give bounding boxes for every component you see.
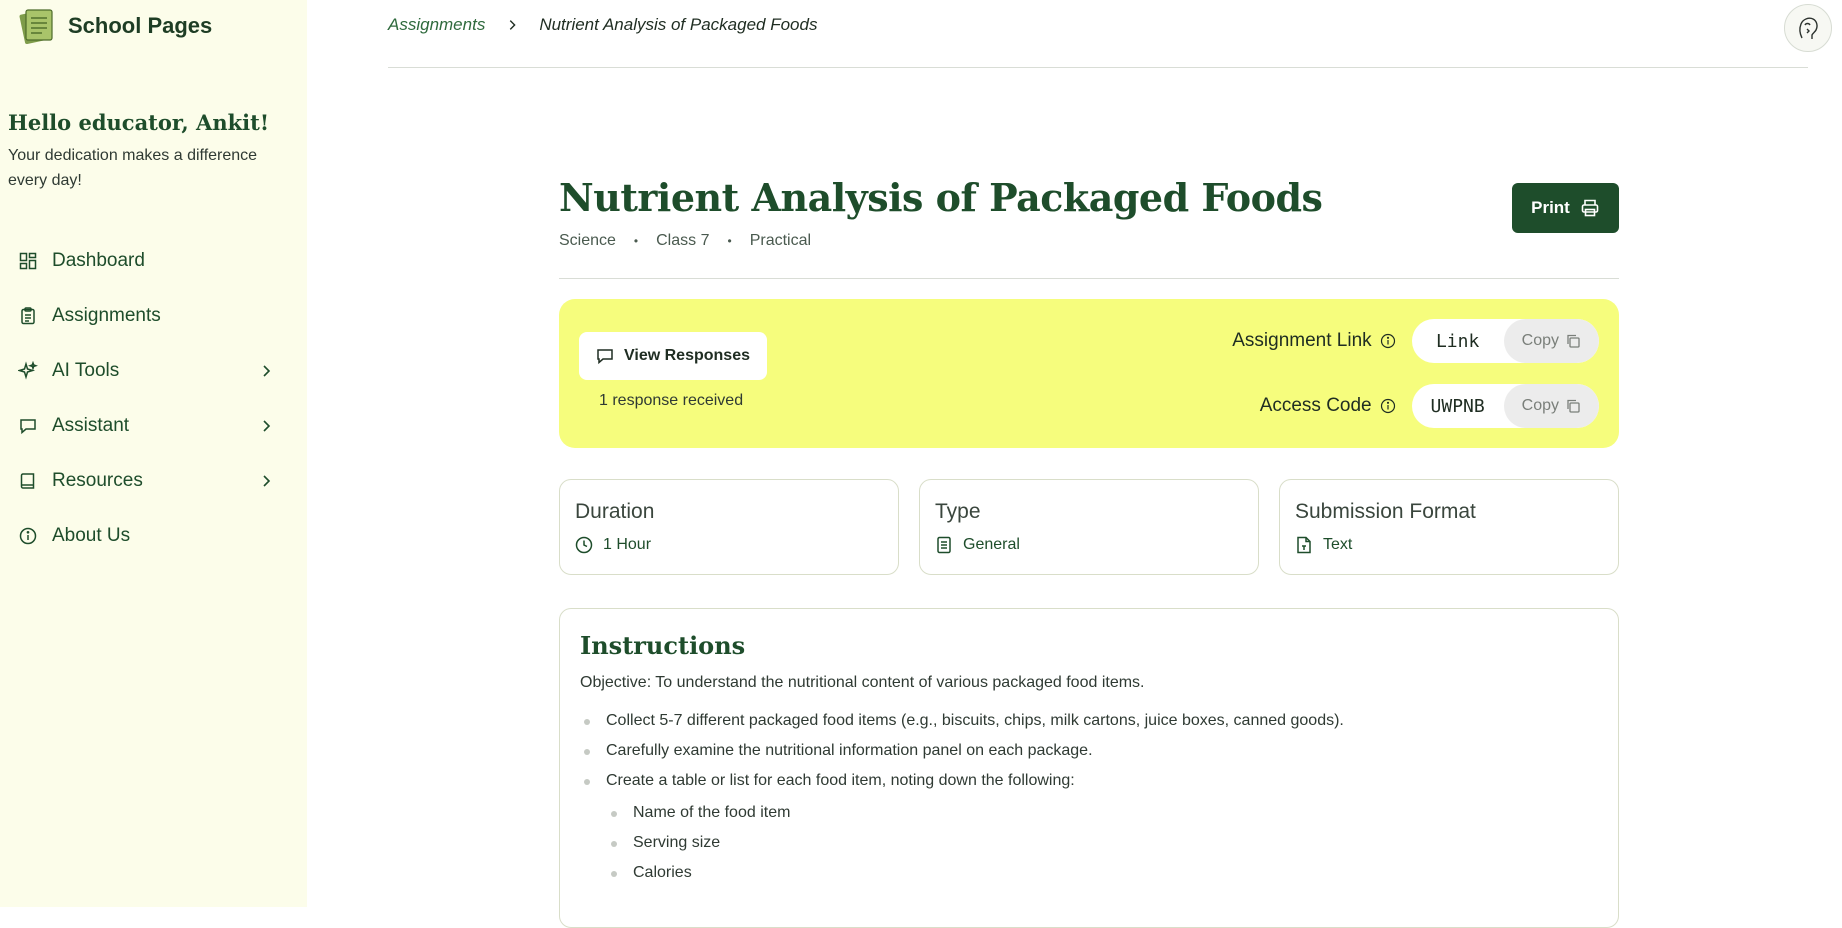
submission-format-card: Submission Format Text bbox=[1279, 479, 1619, 575]
assignment-link-label: Assignment Link bbox=[1232, 330, 1372, 351]
chevron-right-icon bbox=[263, 419, 271, 432]
access-code-field: UWPNB Copy bbox=[1411, 384, 1599, 428]
instructions-card: Instructions Objective: To understand th… bbox=[559, 608, 1619, 928]
list-item: Collect 5-7 different packaged food item… bbox=[584, 706, 1598, 736]
view-responses-label: View Responses bbox=[624, 347, 750, 364]
card-value: General bbox=[935, 536, 1243, 554]
greeting: Hello educator, Ankit! Your dedication m… bbox=[8, 110, 288, 193]
list-item: Serving size bbox=[611, 828, 1598, 858]
sparkles-icon bbox=[18, 360, 38, 381]
view-responses-button[interactable]: View Responses bbox=[579, 332, 767, 380]
breadcrumb: Assignments Nutrient Analysis of Package… bbox=[388, 15, 817, 35]
copy-access-code-button[interactable]: Copy bbox=[1503, 384, 1599, 428]
type-card: Type General bbox=[919, 479, 1259, 575]
access-code-value[interactable]: UWPNB bbox=[1412, 396, 1504, 417]
chevron-right-icon bbox=[263, 474, 271, 487]
card-title: Type bbox=[935, 500, 981, 523]
type-value: General bbox=[963, 536, 1020, 553]
instructions-heading: Instructions bbox=[580, 631, 746, 660]
category-label: Practical bbox=[749, 232, 812, 249]
sidebar-item-label: About Us bbox=[52, 524, 131, 546]
greeting-subtitle: Your dedication makes a difference every… bbox=[8, 147, 258, 189]
copy-icon bbox=[1567, 399, 1580, 413]
copy-label: Copy bbox=[1521, 332, 1559, 349]
duration-card: Duration 1 Hour bbox=[559, 479, 899, 575]
share-panel: View Responses 1 response received Assig… bbox=[559, 299, 1619, 448]
separator-dot: • bbox=[727, 234, 732, 248]
app-name: School Pages bbox=[68, 13, 213, 38]
sidebar-nav: Dashboard Assignments AI Tools Assistant bbox=[0, 233, 290, 563]
assignment-link-row: Assignment Link Link Copy bbox=[1232, 319, 1599, 363]
page-title: Nutrient Analysis of Packaged Foods bbox=[559, 175, 1323, 220]
message-icon bbox=[597, 349, 613, 365]
main-content: Nutrient Analysis of Packaged Foods Scie… bbox=[559, 175, 1619, 928]
subject-label: Science bbox=[559, 232, 616, 249]
sidebar-item-label: Assignments bbox=[52, 304, 161, 326]
card-value: 1 Hour bbox=[575, 536, 883, 554]
chevron-right-icon bbox=[263, 364, 271, 377]
list-item: Carefully examine the nutritional inform… bbox=[584, 736, 1598, 766]
separator-dot: • bbox=[633, 234, 639, 248]
sidebar-item-ai-tools[interactable]: AI Tools bbox=[0, 343, 290, 398]
info-icon[interactable] bbox=[1380, 333, 1396, 349]
sidebar-item-about-us[interactable]: About Us bbox=[0, 508, 290, 563]
instructions-list: Collect 5-7 different packaged food item… bbox=[580, 706, 1598, 888]
copy-icon bbox=[1567, 334, 1580, 348]
print-button[interactable]: Print bbox=[1512, 183, 1619, 233]
responses-count: 1 response received bbox=[599, 392, 744, 409]
printer-icon bbox=[1581, 199, 1599, 217]
sidebar-item-assignments[interactable]: Assignments bbox=[0, 288, 290, 343]
copy-label: Copy bbox=[1521, 397, 1559, 414]
clock-icon bbox=[575, 536, 593, 554]
message-icon bbox=[18, 416, 38, 436]
dashboard-icon bbox=[18, 251, 38, 271]
info-icon[interactable] bbox=[1380, 398, 1396, 414]
breadcrumb-assignments-link[interactable]: Assignments bbox=[388, 15, 485, 35]
list-item: Create a table or list for each food ite… bbox=[584, 766, 1598, 888]
submission-format-value: Text bbox=[1323, 536, 1353, 553]
sidebar-item-label: Resources bbox=[52, 469, 143, 491]
document-icon bbox=[937, 536, 951, 554]
objective-text: Objective: To understand the nutritional… bbox=[580, 674, 1145, 691]
sidebar: School Pages Hello educator, Ankit! Your… bbox=[0, 0, 307, 907]
list-item: Calories bbox=[611, 858, 1598, 888]
card-title: Duration bbox=[575, 500, 655, 523]
clipboard-icon bbox=[18, 306, 38, 326]
sidebar-item-assistant[interactable]: Assistant bbox=[0, 398, 290, 453]
assignment-link-value[interactable]: Link bbox=[1412, 331, 1504, 352]
greeting-title: Hello educator, Ankit! bbox=[8, 110, 270, 135]
duration-value: 1 Hour bbox=[603, 536, 652, 553]
list-item: Name of the food item bbox=[611, 798, 1598, 828]
sidebar-item-resources[interactable]: Resources bbox=[0, 453, 290, 508]
avatar[interactable] bbox=[1784, 4, 1832, 52]
chevron-right-icon bbox=[510, 20, 516, 30]
brand[interactable]: School Pages bbox=[18, 6, 212, 46]
top-bar: Assignments Nutrient Analysis of Package… bbox=[388, 0, 1832, 68]
print-button-label: Print bbox=[1531, 198, 1570, 217]
divider bbox=[559, 278, 1619, 279]
assignment-meta: Science • Class 7 • Practical bbox=[559, 232, 1619, 250]
info-icon bbox=[18, 526, 38, 546]
assignment-link-field: Link Copy bbox=[1411, 319, 1599, 363]
card-title: Submission Format bbox=[1295, 500, 1476, 523]
notebook-logo-icon bbox=[19, 9, 53, 45]
access-code-row: Access Code UWPNB Copy bbox=[1260, 384, 1599, 428]
sidebar-item-label: AI Tools bbox=[52, 359, 120, 381]
card-value: Text bbox=[1295, 536, 1603, 554]
sidebar-item-label: Dashboard bbox=[52, 249, 145, 271]
sidebar-item-dashboard[interactable]: Dashboard bbox=[0, 233, 290, 288]
file-text-icon bbox=[1297, 536, 1311, 554]
breadcrumb-current: Nutrient Analysis of Packaged Foods bbox=[539, 15, 818, 34]
access-code-label: Access Code bbox=[1259, 395, 1372, 416]
sidebar-item-label: Assistant bbox=[52, 414, 130, 436]
details-cards: Duration 1 Hour Type General Submission … bbox=[559, 479, 1619, 575]
copy-link-button[interactable]: Copy bbox=[1503, 319, 1599, 363]
user-avatar-icon bbox=[1799, 17, 1818, 39]
list-item-text: Create a table or list for each food ite… bbox=[606, 772, 1075, 789]
sub-list: Name of the food item Serving size Calor… bbox=[606, 798, 1598, 888]
book-icon bbox=[18, 471, 38, 491]
class-label: Class 7 bbox=[656, 232, 710, 249]
